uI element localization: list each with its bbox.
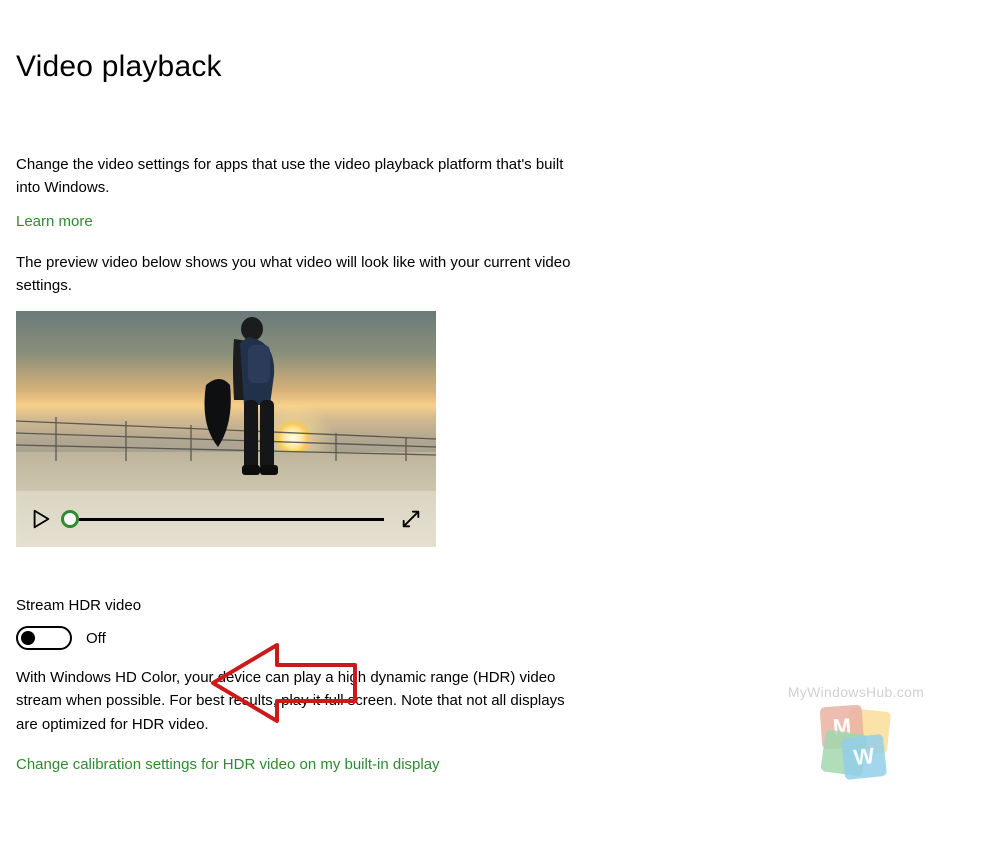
video-progress-slider[interactable] bbox=[68, 509, 384, 529]
progress-thumb[interactable] bbox=[61, 510, 79, 528]
watermark-tile-blue: W bbox=[841, 734, 887, 780]
fullscreen-button[interactable] bbox=[400, 508, 422, 530]
watermark: MyWindowsHub.com M W bbox=[776, 684, 936, 778]
hdr-label: Stream HDR video bbox=[16, 597, 606, 614]
hdr-toggle-state: Off bbox=[86, 630, 106, 647]
page-title: Video playback bbox=[16, 50, 606, 84]
fullscreen-icon bbox=[400, 508, 422, 530]
hdr-toggle-row: Off bbox=[16, 626, 606, 650]
play-button[interactable] bbox=[30, 508, 52, 530]
watermark-text: MyWindowsHub.com bbox=[776, 684, 936, 700]
learn-more-link[interactable]: Learn more bbox=[16, 213, 93, 230]
preview-note: The preview video below shows you what v… bbox=[16, 252, 576, 297]
hdr-toggle[interactable] bbox=[16, 626, 72, 650]
play-icon bbox=[30, 508, 52, 530]
watermark-logo: M W bbox=[821, 706, 891, 778]
progress-track bbox=[68, 518, 384, 521]
video-preview[interactable] bbox=[16, 311, 436, 547]
toggle-knob bbox=[21, 631, 35, 645]
intro-text: Change the video settings for apps that … bbox=[16, 154, 576, 199]
hdr-description: With Windows HD Color, your device can p… bbox=[16, 666, 586, 736]
calibration-link[interactable]: Change calibration settings for HDR vide… bbox=[16, 756, 440, 773]
video-thumbnail-person bbox=[204, 315, 294, 505]
video-controls bbox=[16, 491, 436, 547]
